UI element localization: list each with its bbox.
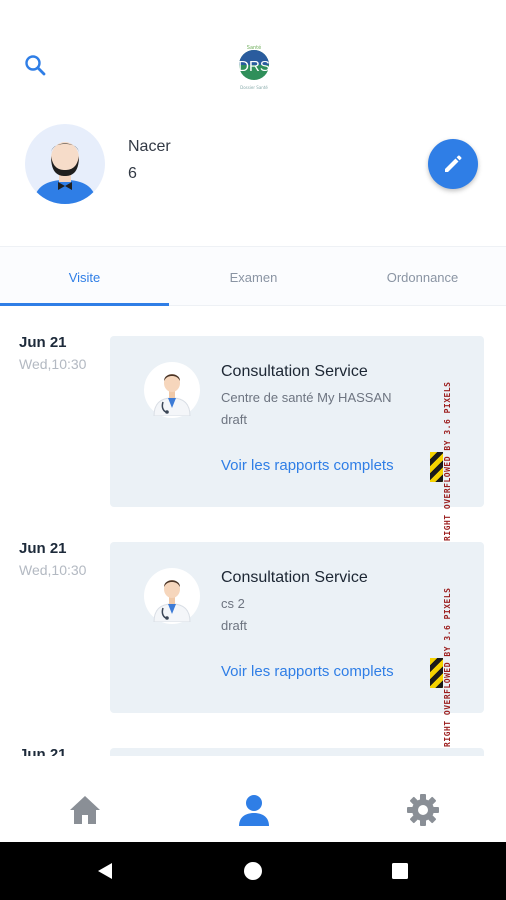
logo-sub: Dossier Santé (240, 85, 268, 90)
system-navigation-bar (0, 842, 506, 900)
list-item: Jun 21 Wed,10:30 Consultation Service cs… (0, 512, 506, 747)
tab-bar: Visite Examen Ordonnance (0, 246, 506, 306)
profile-header: Nacer 6 (0, 118, 506, 218)
visit-date: Jun 21 (19, 746, 67, 756)
edit-profile-button[interactable] (428, 139, 478, 189)
doctor-icon (144, 568, 200, 624)
visit-card[interactable] (110, 748, 484, 756)
search-icon[interactable] (20, 50, 50, 80)
home-icon[interactable] (65, 790, 105, 830)
top-bar: Santé DRS Dossier Santé (0, 0, 506, 112)
visit-date: Jun 21 (19, 540, 67, 557)
person-icon[interactable] (234, 790, 274, 830)
bottom-navigation (0, 776, 506, 842)
pencil-icon (445, 155, 462, 172)
visit-card[interactable]: Consultation Service Centre de santé My … (110, 336, 484, 541)
profile-name: Nacer (128, 138, 171, 155)
visit-title: Consultation Service (221, 363, 368, 380)
visit-place: Centre de santé My HASSAN (221, 390, 392, 405)
profile-number: 6 (128, 165, 137, 182)
visit-time: Wed,10:30 (19, 356, 87, 372)
visit-date: Jun 21 (19, 334, 67, 351)
tab-visite[interactable]: Visite (0, 247, 169, 307)
logo-text: DRS (238, 58, 270, 75)
doctor-icon (144, 362, 200, 418)
drs-logo: Santé DRS Dossier Santé (226, 40, 282, 96)
avatar (25, 124, 105, 204)
full-report-link[interactable]: Voir les rapports complets (221, 457, 394, 474)
visit-status: draft (221, 618, 248, 633)
tab-ordonnance[interactable]: Ordonnance (338, 247, 506, 307)
visit-status: draft (221, 412, 248, 427)
overflow-stripe (430, 658, 443, 688)
recents-icon[interactable] (389, 860, 411, 882)
list-item: Jun 21 (0, 718, 506, 756)
gear-icon[interactable] (403, 790, 443, 830)
visit-title: Consultation Service (221, 569, 368, 586)
visit-time: Wed,10:30 (19, 562, 87, 578)
logo-tag: Santé (247, 44, 261, 51)
home-circle-icon[interactable] (242, 860, 264, 882)
tab-examen[interactable]: Examen (169, 247, 338, 307)
list-item: Jun 21 Wed,10:30 Consultation Service Ce… (0, 306, 506, 541)
overflow-stripe (430, 452, 443, 482)
visit-list[interactable]: Jun 21 Wed,10:30 Consultation Service Ce… (0, 306, 506, 756)
full-report-link[interactable]: Voir les rapports complets (221, 663, 394, 680)
visit-card[interactable]: Consultation Service cs 2 draft Voir les… (110, 542, 484, 747)
visit-place: cs 2 (221, 596, 245, 611)
back-icon[interactable] (94, 860, 116, 882)
